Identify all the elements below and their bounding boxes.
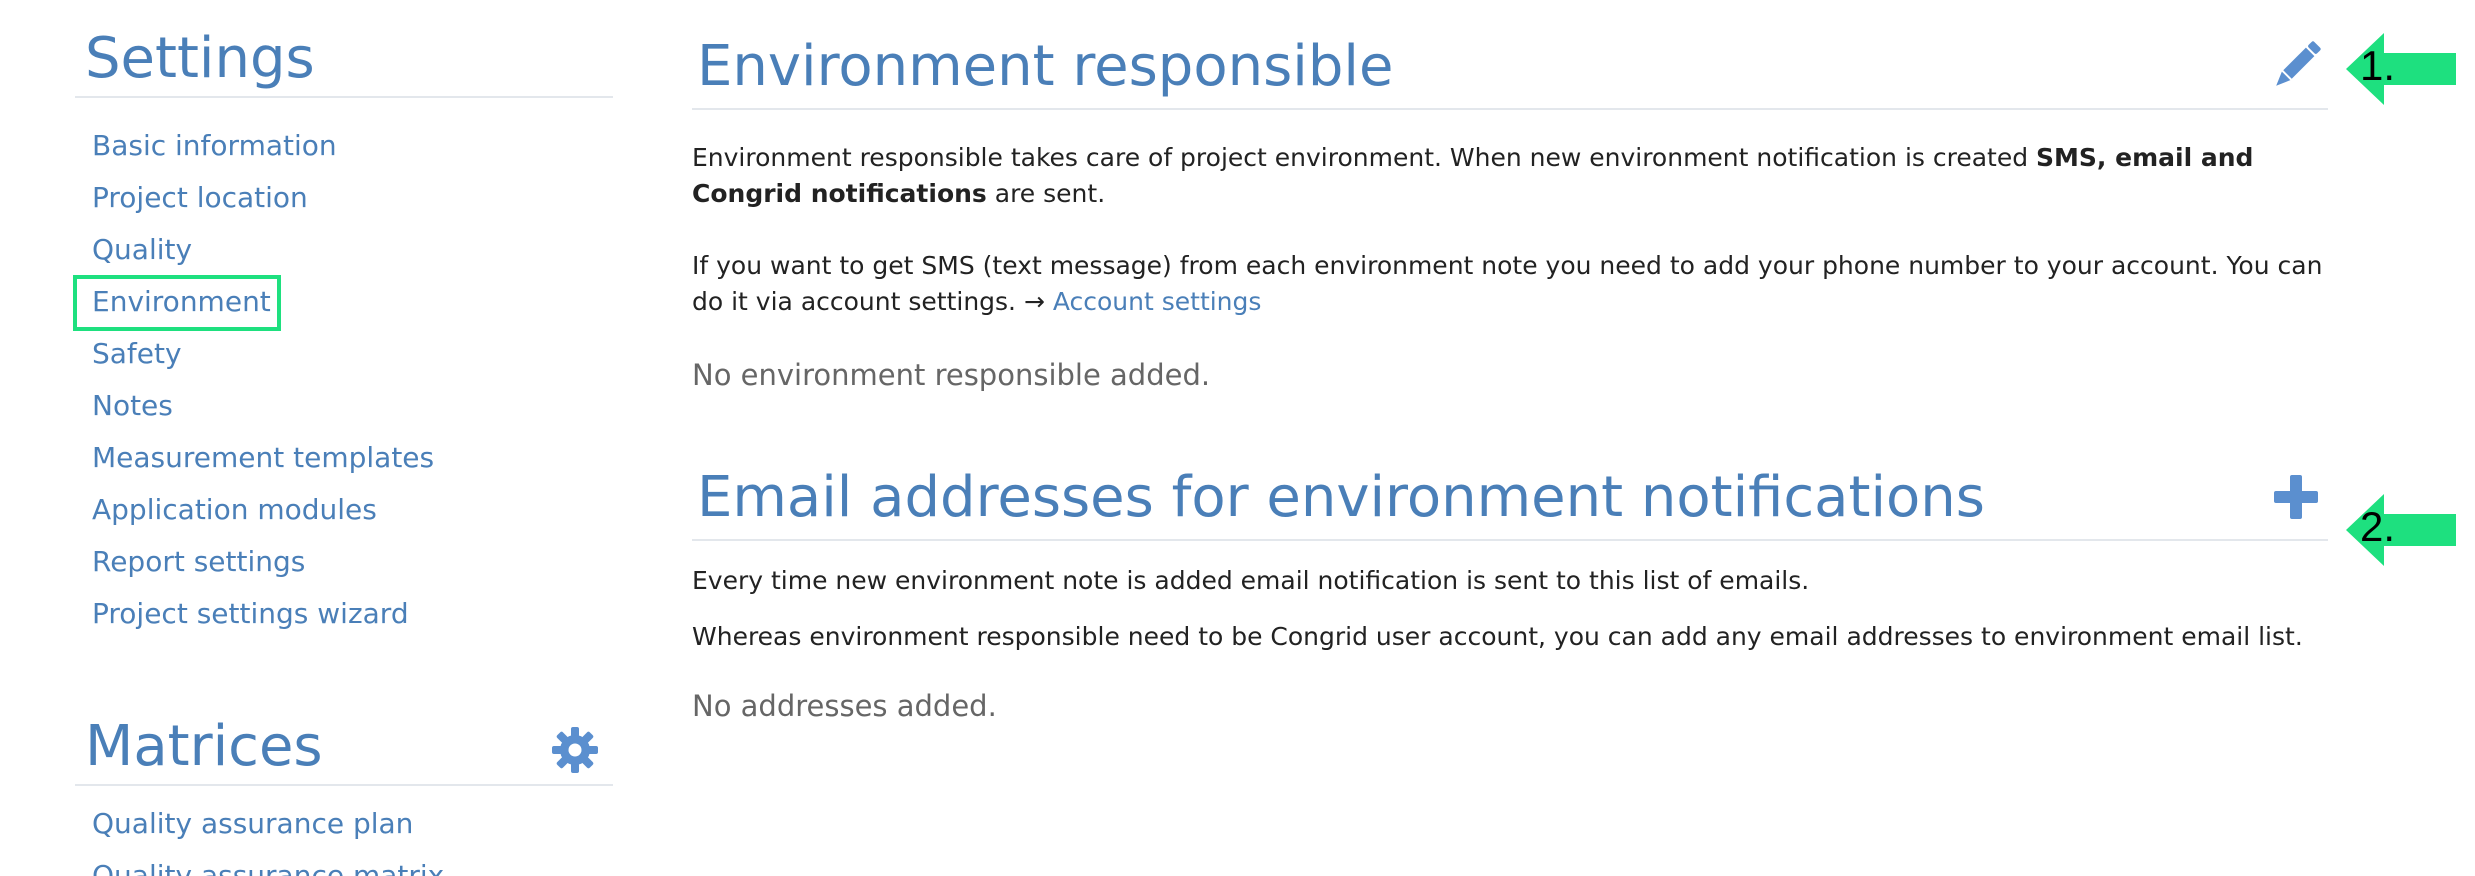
sidebar-item-notes[interactable]: Notes bbox=[75, 380, 613, 432]
annotation-label-1: 1. bbox=[2360, 42, 2396, 89]
no-responsible-message: No environment responsible added. bbox=[692, 358, 1211, 392]
sidebar-item-application-modules[interactable]: Application modules bbox=[75, 484, 613, 536]
settings-title: Settings bbox=[85, 26, 315, 91]
settings-heading: Settings bbox=[75, 0, 613, 98]
environment-responsible-section: Environment responsible Environment resp… bbox=[692, 0, 2328, 392]
annotation-label-2: 2. bbox=[2360, 503, 2396, 550]
environment-responsible-heading: Environment responsible bbox=[692, 0, 2328, 110]
sidebar-item-report-settings[interactable]: Report settings bbox=[75, 536, 613, 588]
email-addresses-heading: Email addresses for environment notifica… bbox=[692, 430, 2328, 541]
sidebar-item-measurement-templates[interactable]: Measurement templates bbox=[75, 432, 613, 484]
matrices-nav: Quality assurance plan Quality assurance… bbox=[75, 798, 613, 876]
email-description: Every time new environment note is added… bbox=[692, 566, 1810, 595]
no-addresses-message: No addresses added. bbox=[692, 689, 997, 723]
sidebar: Settings Basic information Project locat… bbox=[73, 0, 613, 876]
email-addresses-section: Email addresses for environment notifica… bbox=[692, 430, 2328, 723]
matrices-title: Matrices bbox=[85, 714, 323, 779]
pencil-icon[interactable] bbox=[2268, 38, 2324, 94]
page: Settings Basic information Project locat… bbox=[0, 0, 2475, 876]
gear-icon[interactable] bbox=[551, 726, 599, 774]
sidebar-item-project-settings-wizard[interactable]: Project settings wizard bbox=[75, 588, 613, 640]
sms-instructions: If you want to get SMS (text message) fr… bbox=[692, 251, 2323, 316]
matrices-heading: Matrices bbox=[75, 688, 613, 786]
sidebar-item-project-location[interactable]: Project location bbox=[75, 172, 613, 224]
plus-icon[interactable] bbox=[2268, 469, 2324, 525]
main-content: Environment responsible Environment resp… bbox=[692, 0, 2328, 723]
email-note: Whereas environment responsible need to … bbox=[692, 622, 2303, 651]
sidebar-item-quality-assurance-matrix[interactable]: Quality assurance matrix bbox=[75, 850, 613, 876]
settings-nav: Basic information Project location Quali… bbox=[73, 120, 613, 640]
responsible-description: Environment responsible takes care of pr… bbox=[692, 143, 2254, 208]
sidebar-item-quality-assurance-plan[interactable]: Quality assurance plan bbox=[75, 798, 613, 850]
account-settings-link[interactable]: Account settings bbox=[1053, 287, 1262, 316]
sidebar-item-environment[interactable]: Environment bbox=[73, 275, 613, 331]
sidebar-item-basic-information[interactable]: Basic information bbox=[75, 120, 613, 172]
sidebar-item-safety[interactable]: Safety bbox=[75, 328, 613, 380]
environment-responsible-title: Environment responsible bbox=[697, 34, 1394, 99]
email-addresses-title: Email addresses for environment notifica… bbox=[697, 465, 1985, 530]
sidebar-item-quality[interactable]: Quality bbox=[75, 224, 613, 276]
